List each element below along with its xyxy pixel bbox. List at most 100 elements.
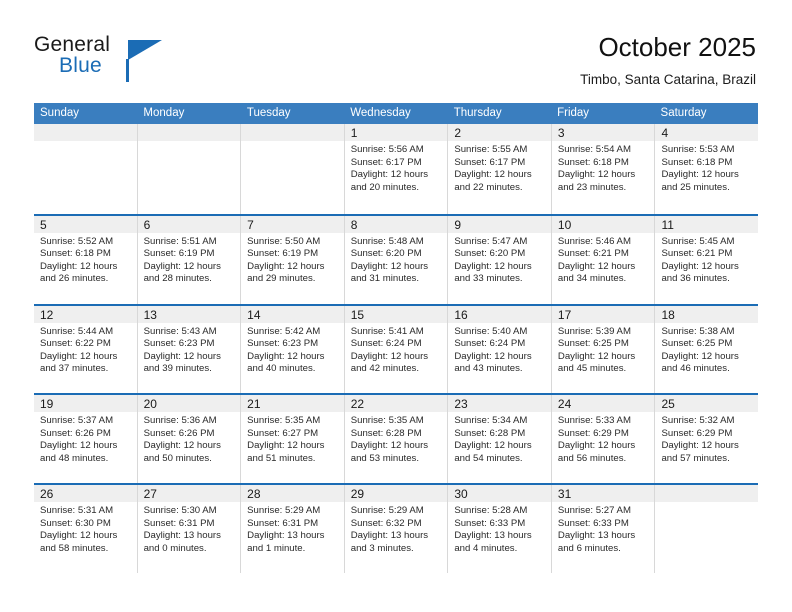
weekday-header-friday: Friday bbox=[557, 107, 590, 119]
day-cell[interactable]: 8 Sunrise: 5:48 AM Sunset: 6:20 PM Daylight… bbox=[344, 215, 449, 304]
general-blue-logo[interactable]: General Blue bbox=[34, 33, 214, 85]
day-info-line: and 22 minutes. bbox=[454, 181, 523, 193]
day-info-line: Daylight: 12 hours bbox=[661, 169, 739, 181]
day-cell[interactable]: 9 Sunrise: 5:47 AM Sunset: 6:20 PM Daylight… bbox=[448, 215, 552, 304]
day-info-line: Sunset: 6:25 PM bbox=[661, 338, 733, 350]
day-info-line: Sunrise: 5:38 AM bbox=[661, 325, 735, 337]
day-cell[interactable]: 22 Sunrise: 5:35 AM Sunset: 6:28 PM Dayligh… bbox=[344, 395, 449, 484]
day-info-line: and 40 minutes. bbox=[247, 363, 316, 375]
day-number: 1 bbox=[350, 126, 358, 140]
day-info-line: Sunset: 6:19 PM bbox=[143, 248, 215, 260]
day-cell[interactable]: 20 Sunrise: 5:36 AM Sunset: 6:26 PM Dayligh… bbox=[137, 395, 242, 484]
day-info-line: Sunset: 6:32 PM bbox=[350, 517, 422, 529]
day-number-band bbox=[448, 124, 551, 141]
day-info-line: and 37 minutes. bbox=[40, 363, 109, 375]
day-cell[interactable]: 29 Sunrise: 5:29 AM Sunset: 6:32 PM Dayligh… bbox=[344, 485, 449, 573]
day-cell[interactable]: 26 Sunrise: 5:31 AM Sunset: 6:30 PM Dayligh… bbox=[34, 485, 138, 573]
day-info-line: Sunrise: 5:45 AM bbox=[661, 235, 735, 247]
day-cell[interactable]: 18 Sunrise: 5:38 AM Sunset: 6:25 PM Dayligh… bbox=[655, 305, 759, 394]
day-info-line: and 58 minutes. bbox=[40, 542, 109, 554]
day-cell[interactable]: 28 Sunrise: 5:29 AM Sunset: 6:31 PM Dayligh… bbox=[241, 485, 345, 573]
day-info-line: Daylight: 12 hours bbox=[350, 350, 429, 362]
day-cell[interactable]: 7 Sunrise: 5:50 AM Sunset: 6:19 PM Daylight… bbox=[241, 215, 345, 304]
day-info-line: Sunrise: 5:54 AM bbox=[557, 144, 631, 155]
day-sun-info: Sunrise: 5:32 AM Sunset: 6:29 PM Daylight:… bbox=[655, 412, 758, 465]
day-cell[interactable]: 3 Sunrise: 5:54 AM Sunset: 6:18 PM Daylight… bbox=[551, 124, 656, 214]
day-info-line: Sunrise: 5:37 AM bbox=[40, 415, 114, 427]
weekday-header-saturday: Saturday bbox=[660, 107, 707, 119]
day-info-line: Sunrise: 5:56 AM bbox=[350, 144, 424, 155]
day-info-line: Daylight: 12 hours bbox=[247, 260, 325, 272]
day-info-line: Sunset: 6:31 PM bbox=[143, 517, 215, 529]
day-cell[interactable]: 2 Sunrise: 5:55 AM Sunset: 6:17 PM Daylight… bbox=[448, 124, 552, 214]
day-info-line: Daylight: 12 hours bbox=[557, 260, 636, 272]
day-cell[interactable]: 24 Sunrise: 5:33 AM Sunset: 6:29 PM Dayligh… bbox=[551, 395, 656, 484]
day-info-line: Daylight: 12 hours bbox=[40, 530, 118, 542]
day-cell[interactable]: 15 Sunrise: 5:41 AM Sunset: 6:24 PM Dayligh… bbox=[344, 305, 449, 394]
day-cell[interactable]: 13 Sunrise: 5:43 AM Sunset: 6:23 PM Dayligh… bbox=[137, 305, 242, 394]
page-subtitle: Timbo, Santa Catarina, Brazil bbox=[580, 72, 756, 87]
day-info-line: Sunset: 6:21 PM bbox=[661, 248, 733, 260]
day-sun-info: Sunrise: 5:43 AM Sunset: 6:23 PM Daylight:… bbox=[138, 323, 241, 376]
day-info-line: Sunset: 6:23 PM bbox=[143, 338, 215, 350]
day-info-line: Sunset: 6:23 PM bbox=[247, 338, 319, 350]
calendar-week-row: 26 Sunrise: 5:31 AM Sunset: 6:30 PM Dayligh… bbox=[34, 483, 759, 573]
day-info-line: Sunset: 6:24 PM bbox=[350, 338, 422, 350]
day-cell[interactable]: 21 Sunrise: 5:35 AM Sunset: 6:27 PM Dayligh… bbox=[241, 395, 345, 484]
day-info-line: Sunrise: 5:39 AM bbox=[557, 325, 631, 337]
logo-triangle-icon bbox=[128, 40, 162, 60]
weekday-header-tuesday: Tuesday bbox=[246, 107, 291, 119]
weekday-header-monday: Monday bbox=[143, 107, 185, 119]
day-info-line: Sunrise: 5:53 AM bbox=[661, 144, 735, 155]
day-cell[interactable]: 6 Sunrise: 5:51 AM Sunset: 6:19 PM Daylight… bbox=[137, 215, 242, 304]
day-cell[interactable]: 19 Sunrise: 5:37 AM Sunset: 6:26 PM Dayligh… bbox=[34, 395, 138, 484]
day-info-line: Daylight: 12 hours bbox=[40, 350, 118, 362]
day-info-line: Daylight: 12 hours bbox=[350, 440, 429, 452]
day-info-line: Sunrise: 5:44 AM bbox=[40, 325, 114, 337]
calendar-page: General Blue October 2025 Timbo, Santa C… bbox=[0, 0, 792, 612]
day-info-line: Sunset: 6:28 PM bbox=[350, 427, 422, 439]
day-info-line: Sunrise: 5:52 AM bbox=[40, 235, 114, 247]
day-info-line: Sunset: 6:22 PM bbox=[40, 338, 111, 350]
day-info-line: and 4 minutes. bbox=[454, 542, 518, 554]
day-cell[interactable]: 27 Sunrise: 5:30 AM Sunset: 6:31 PM Dayligh… bbox=[137, 485, 242, 573]
weekday-header-thursday: Thursday bbox=[453, 107, 502, 119]
day-sun-info: Sunrise: 5:39 AM Sunset: 6:25 PM Daylight:… bbox=[552, 323, 655, 376]
day-cell[interactable]: 25 Sunrise: 5:32 AM Sunset: 6:29 PM Dayligh… bbox=[655, 395, 759, 484]
day-cell[interactable]: 23 Sunrise: 5:34 AM Sunset: 6:28 PM Dayligh… bbox=[448, 395, 552, 484]
calendar-week-row: 12 Sunrise: 5:44 AM Sunset: 6:22 PM Dayligh… bbox=[34, 303, 759, 394]
day-sun-info: Sunrise: 5:51 AM Sunset: 6:19 PM Daylight:… bbox=[138, 233, 241, 286]
day-cell[interactable]: 31 Sunrise: 5:27 AM Sunset: 6:33 PM Dayligh… bbox=[551, 485, 656, 573]
day-cell[interactable]: 11 Sunrise: 5:45 AM Sunset: 6:21 PM Dayligh… bbox=[655, 215, 759, 304]
day-cell[interactable]: 12 Sunrise: 5:44 AM Sunset: 6:22 PM Dayligh… bbox=[34, 305, 138, 394]
day-info-line: and 57 minutes. bbox=[661, 453, 730, 465]
day-cell[interactable]: 16 Sunrise: 5:40 AM Sunset: 6:24 PM Dayligh… bbox=[448, 305, 552, 394]
day-sun-info: Sunrise: 5:33 AM Sunset: 6:29 PM Daylight:… bbox=[552, 412, 655, 465]
day-info-line: and 29 minutes. bbox=[247, 273, 316, 285]
day-info-line: Daylight: 12 hours bbox=[350, 260, 429, 272]
day-cell[interactable]: 14 Sunrise: 5:42 AM Sunset: 6:23 PM Dayligh… bbox=[241, 305, 345, 394]
day-info-line: Daylight: 12 hours bbox=[143, 440, 221, 452]
day-cell[interactable]: 4 Sunrise: 5:53 AM Sunset: 6:18 PM Daylight… bbox=[655, 124, 759, 214]
day-sun-info: Sunrise: 5:30 AM Sunset: 6:31 PM Daylight:… bbox=[138, 502, 241, 555]
day-number: 10 bbox=[557, 217, 572, 232]
day-sun-info: Sunrise: 5:31 AM Sunset: 6:30 PM Daylight:… bbox=[34, 502, 137, 555]
day-cell-empty bbox=[655, 485, 759, 573]
day-info-line: and 26 minutes. bbox=[40, 273, 109, 285]
day-cell[interactable]: 30 Sunrise: 5:28 AM Sunset: 6:33 PM Dayligh… bbox=[448, 485, 552, 573]
title-block: October 2025 Timbo, Santa Catarina, Braz… bbox=[580, 32, 756, 88]
day-cell[interactable]: 10 Sunrise: 5:46 AM Sunset: 6:21 PM Dayligh… bbox=[551, 215, 656, 304]
day-info-line: Daylight: 12 hours bbox=[454, 260, 532, 272]
day-sun-info: Sunrise: 5:55 AM Sunset: 6:17 PM Daylight:… bbox=[448, 141, 551, 194]
day-cell[interactable]: 17 Sunrise: 5:39 AM Sunset: 6:25 PM Dayligh… bbox=[551, 305, 656, 394]
weekday-header-sunday: Sunday bbox=[40, 107, 80, 119]
day-info-line: and 54 minutes. bbox=[454, 453, 523, 465]
day-info-line: and 34 minutes. bbox=[557, 273, 627, 285]
day-cell[interactable]: 5 Sunrise: 5:52 AM Sunset: 6:18 PM Daylight… bbox=[34, 215, 138, 304]
day-cell[interactable]: 1 Sunrise: 5:56 AM Sunset: 6:17 PM Daylight… bbox=[344, 124, 449, 214]
calendar-weeks: 1 Sunrise: 5:56 AM Sunset: 6:17 PM Daylight… bbox=[34, 124, 759, 573]
day-info-line: Sunset: 6:21 PM bbox=[557, 248, 629, 260]
day-info-line: Sunset: 6:25 PM bbox=[557, 338, 629, 350]
day-info-line: Sunset: 6:26 PM bbox=[143, 427, 215, 439]
day-number: 18 bbox=[661, 307, 675, 322]
